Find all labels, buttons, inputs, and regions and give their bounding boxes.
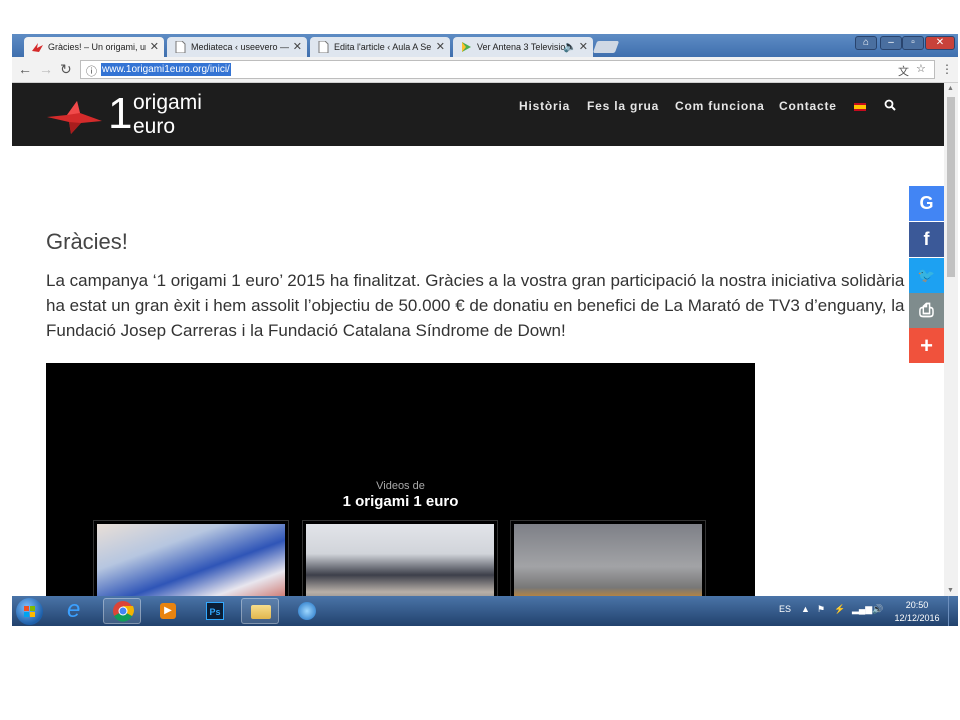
share-twitter-button[interactable]: 🐦 [909, 258, 944, 293]
translate-icon[interactable]: 文 [898, 63, 909, 79]
spanish-flag-icon[interactable] [854, 103, 866, 111]
windows-logo-icon [24, 606, 35, 617]
scroll-down-icon[interactable]: ▼ [947, 587, 954, 594]
bulb-icon [298, 602, 316, 620]
clock-date[interactable]: 12/12/2016 [892, 613, 942, 623]
video-thumbnail[interactable] [93, 520, 289, 596]
network-icon[interactable]: ▂▄▆ [852, 604, 872, 615]
info-icon[interactable]: ⓘ [86, 63, 97, 79]
nav-com-funciona[interactable]: Com funciona [675, 99, 765, 113]
share-facebook-button[interactable]: f [909, 222, 944, 257]
video-gallery[interactable]: Videos de 1 origami 1 euro [46, 363, 755, 596]
tab-edita[interactable]: Edita l'article ‹ Aula A Se ✕ [310, 37, 450, 57]
share-print-button[interactable]: ⎙ [909, 293, 944, 328]
share-google-button[interactable]: G [909, 186, 944, 221]
tab-label: Gràcies! – Un origami, un [48, 42, 146, 52]
file-explorer-button[interactable] [241, 598, 279, 624]
windows-taskbar: e ▶ Ps ES ▲ ⚑ ⚡ ▂▄▆ 🔊 20:50 12/12/2016 [12, 596, 958, 626]
page-icon [175, 41, 186, 53]
print-icon: ⎙ [919, 300, 934, 320]
speaker-icon: 🔈 [563, 41, 577, 53]
site-header: 1 origami euro Història Fes la grua Com … [12, 83, 944, 146]
page-scrollbar[interactable]: ▲ ▼ [944, 83, 958, 596]
tab-label: Ver Antena 3 Televisio [477, 42, 566, 52]
twitter-icon: 🐦 [917, 267, 936, 283]
search-icon[interactable] [884, 99, 896, 111]
power-icon[interactable]: ⚡ [834, 604, 845, 615]
page-viewport: 1 origami euro Història Fes la grua Com … [12, 83, 944, 596]
tab-label: Mediateca ‹ useevero — [191, 42, 289, 52]
minimize-button[interactable]: – [880, 36, 902, 50]
play-favicon-icon [462, 42, 471, 52]
reload-icon[interactable]: ↻ [60, 61, 72, 78]
nav-fes-la-grua[interactable]: Fes la grua [587, 99, 659, 113]
bookmark-star-icon[interactable]: ☆ [916, 62, 926, 75]
logo-word-origami: origami [133, 91, 202, 114]
photoshop-icon: Ps [206, 602, 224, 620]
chrome-icon [113, 601, 134, 622]
chrome-button[interactable] [103, 598, 141, 624]
start-button[interactable] [16, 598, 43, 625]
app-button[interactable] [288, 598, 326, 624]
show-hidden-icons-icon[interactable]: ▲ [801, 604, 810, 614]
menu-icon[interactable]: ⋮ [941, 62, 953, 76]
url-text[interactable]: www.1origami1euro.org/inici/ [101, 63, 231, 76]
new-tab-button[interactable] [592, 41, 620, 53]
address-bar[interactable]: ⓘ www.1origami1euro.org/inici/ 文 ☆ [80, 60, 935, 79]
video-title: 1 origami 1 euro [342, 493, 459, 510]
action-center-flag-icon[interactable]: ⚑ [817, 604, 825, 615]
crane-logo-icon[interactable] [47, 95, 103, 135]
intro-paragraph: La campanya ‘1 origami 1 euro’ 2015 ha f… [46, 271, 905, 340]
tab-antena3[interactable]: Ver Antena 3 Televisio 🔈 ✕ [453, 37, 593, 57]
crane-favicon-icon [32, 43, 43, 52]
facebook-icon: f [923, 229, 930, 249]
maximize-button[interactable]: ▫ [902, 36, 924, 50]
forward-icon[interactable]: → [39, 61, 53, 77]
logo-number: 1 [108, 89, 133, 138]
logo-word-euro: euro [133, 115, 176, 138]
close-tab-icon[interactable]: ✕ [436, 37, 445, 57]
plus-icon: + [920, 333, 933, 358]
photoshop-button[interactable]: Ps [196, 598, 234, 624]
close-tab-icon[interactable]: ✕ [150, 37, 159, 57]
scrollbar-thumb[interactable] [947, 97, 955, 277]
tab-label: Edita l'article ‹ Aula A Se [334, 42, 432, 52]
media-player-button[interactable]: ▶ [149, 598, 187, 624]
back-icon[interactable]: ← [18, 61, 32, 77]
tab-strip: Gràcies! – Un origami, un ✕ Mediateca ‹ … [12, 34, 958, 57]
close-tab-icon[interactable]: ✕ [293, 37, 302, 57]
language-indicator[interactable]: ES [779, 604, 791, 614]
page-title: Gràcies! [46, 229, 128, 254]
page-icon [318, 41, 329, 53]
play-icon: ▶ [160, 603, 176, 619]
browser-window: Gràcies! – Un origami, un ✕ Mediateca ‹ … [12, 34, 958, 626]
nav-historia[interactable]: Història [519, 99, 570, 113]
internet-explorer-button[interactable]: e [58, 596, 96, 624]
tab-mediateca[interactable]: Mediateca ‹ useevero — ✕ [167, 37, 307, 57]
clock-time[interactable]: 20:50 [892, 600, 942, 610]
scroll-up-icon[interactable]: ▲ [947, 85, 954, 92]
video-thumbnail[interactable] [302, 520, 498, 596]
share-more-button[interactable]: + [909, 328, 944, 363]
google-icon: G [919, 193, 934, 213]
close-window-button[interactable]: ✕ [925, 36, 955, 50]
video-subtitle: Videos de [376, 480, 425, 492]
folder-icon [251, 605, 271, 619]
tab-gracies[interactable]: Gràcies! – Un origami, un ✕ [24, 37, 164, 57]
close-tab-icon[interactable]: ✕ [579, 37, 588, 57]
video-thumbnail[interactable] [510, 520, 706, 596]
show-desktop-button[interactable] [948, 596, 959, 626]
browser-toolbar: ← → ↻ ⓘ www.1origami1euro.org/inici/ 文 ☆… [12, 57, 958, 83]
user-icon[interactable]: ⌂ [855, 36, 877, 50]
volume-icon[interactable]: 🔊 [872, 604, 883, 615]
nav-contacte[interactable]: Contacte [779, 99, 837, 113]
ie-icon: e [67, 596, 81, 623]
